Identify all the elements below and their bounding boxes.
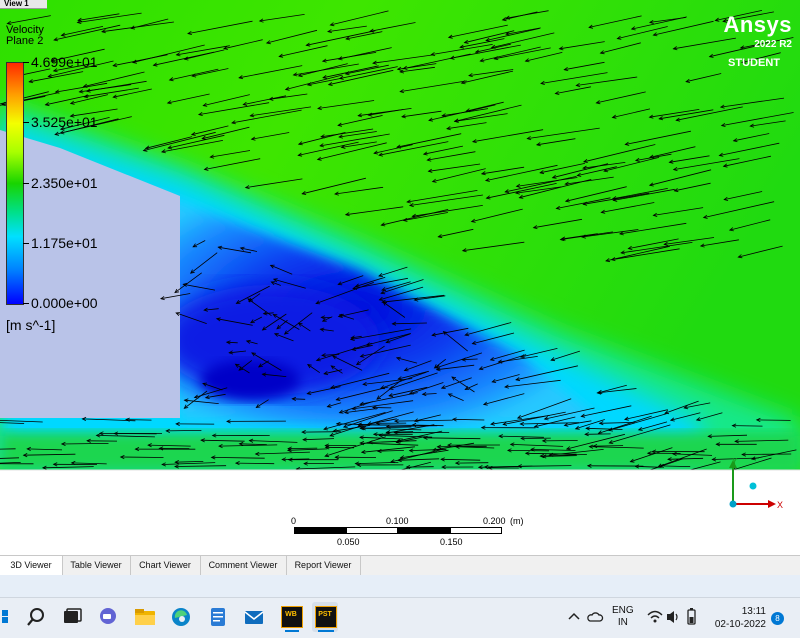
cfd-post-icon[interactable]: PST	[312, 602, 338, 632]
legend-tick-label: 4.699e+01	[31, 55, 98, 69]
legend-units: [m s^-1]	[6, 318, 55, 332]
legend-tick-mark	[23, 183, 29, 184]
legend-tick-mark	[23, 62, 29, 63]
triad-x-label: X	[777, 500, 783, 510]
clock-date: 02-10-2022	[712, 618, 766, 631]
axis-triad[interactable]: Y X	[718, 456, 788, 516]
length-scale-bar: 0 0.100 0.200 (m) 0.050 0.150	[282, 515, 522, 551]
legend-tick-mark	[23, 243, 29, 244]
velocity-vector	[166, 430, 201, 431]
legend-title: Velocity Plane 2	[6, 25, 44, 47]
legend-location: Plane 2	[6, 36, 44, 47]
legend-tick-mark	[23, 303, 29, 304]
brand-edition: STUDENT	[723, 56, 780, 70]
language-indicator[interactable]: ENG IN	[612, 605, 634, 629]
legend-tick-label: 2.350e+01	[31, 176, 98, 190]
legend-tick-mark	[23, 122, 29, 123]
chevron-up-icon[interactable]	[566, 602, 582, 632]
cloud-icon[interactable]	[586, 602, 604, 632]
volume-icon[interactable]	[664, 602, 682, 632]
ansys-logo: Ansys 2022 R2 STUDENT	[723, 14, 792, 70]
brand-version: 2022 R2	[723, 38, 792, 52]
scale-label: 0.150	[440, 537, 463, 547]
velocity-vector	[508, 450, 549, 451]
velocity-vector	[593, 446, 623, 447]
scale-label: 0.050	[337, 537, 360, 547]
velocity-vector	[126, 420, 152, 421]
scale-segment	[294, 527, 346, 534]
clock-time: 13:11	[712, 605, 766, 618]
file-explorer-icon[interactable]	[131, 602, 159, 632]
scale-segment	[398, 527, 450, 534]
tab-comment-viewer[interactable]: Comment Viewer	[200, 556, 287, 575]
mail-icon[interactable]	[240, 602, 268, 632]
workbench-label: WB	[281, 611, 301, 618]
velocity-vector	[757, 420, 791, 421]
scale-segment	[346, 527, 398, 534]
notepad-icon[interactable]	[204, 602, 232, 632]
viewer-tab-bar: 3D Viewer Table Viewer Chart Viewer Comm…	[0, 555, 800, 576]
legend-tick-label: 0.000e+00	[31, 296, 98, 310]
tab-3d-viewer[interactable]: 3D Viewer	[0, 556, 63, 577]
velocity-vector	[742, 454, 791, 455]
velocity-contour-plot	[0, 0, 800, 555]
legend-colorbar	[6, 62, 24, 305]
window-bottom-edge	[0, 575, 800, 597]
velocity-vector	[288, 448, 317, 449]
wifi-icon[interactable]	[646, 602, 664, 632]
language-code: ENG	[612, 605, 634, 617]
velocity-vector	[732, 426, 762, 427]
scale-label: 0.200	[483, 516, 506, 526]
scale-segment	[450, 527, 502, 534]
workbench-icon[interactable]: WB	[278, 602, 304, 632]
tab-table-viewer[interactable]: Table Viewer	[62, 556, 131, 575]
brand-name: Ansys	[723, 14, 792, 36]
velocity-vector	[292, 399, 305, 400]
tab-chart-viewer[interactable]: Chart Viewer	[130, 556, 201, 575]
scale-label: 0.100	[386, 516, 409, 526]
search-icon[interactable]	[22, 602, 50, 632]
region-code: IN	[612, 617, 634, 629]
legend-tick-label: 3.525e+01	[31, 115, 98, 129]
scale-unit: (m)	[510, 516, 524, 526]
triad-y-label: Y	[732, 457, 738, 466]
3d-viewer-canvas[interactable]: View 1 Velocity Plane 2 4.699e+01 3.525e…	[0, 0, 800, 555]
tab-report-viewer[interactable]: Report Viewer	[286, 556, 361, 575]
clock[interactable]: 13:11 02-10-2022	[712, 605, 766, 631]
velocity-vector	[437, 446, 486, 447]
velocity-vector	[326, 447, 354, 448]
chat-icon[interactable]	[94, 602, 122, 632]
scale-label: 0	[291, 516, 296, 526]
view-tab[interactable]: View 1	[0, 0, 47, 9]
battery-icon[interactable]	[682, 602, 700, 632]
task-view-icon[interactable]	[58, 602, 86, 632]
windows-taskbar: WB PST ENG IN 13:11 02-10-2022 8	[0, 597, 800, 638]
velocity-vector	[121, 457, 164, 458]
edge-icon[interactable]	[167, 602, 195, 632]
notification-badge[interactable]: 8	[771, 612, 784, 625]
cfd-post-label: PST	[315, 611, 335, 618]
legend-tick-label: 1.175e+01	[31, 236, 98, 250]
